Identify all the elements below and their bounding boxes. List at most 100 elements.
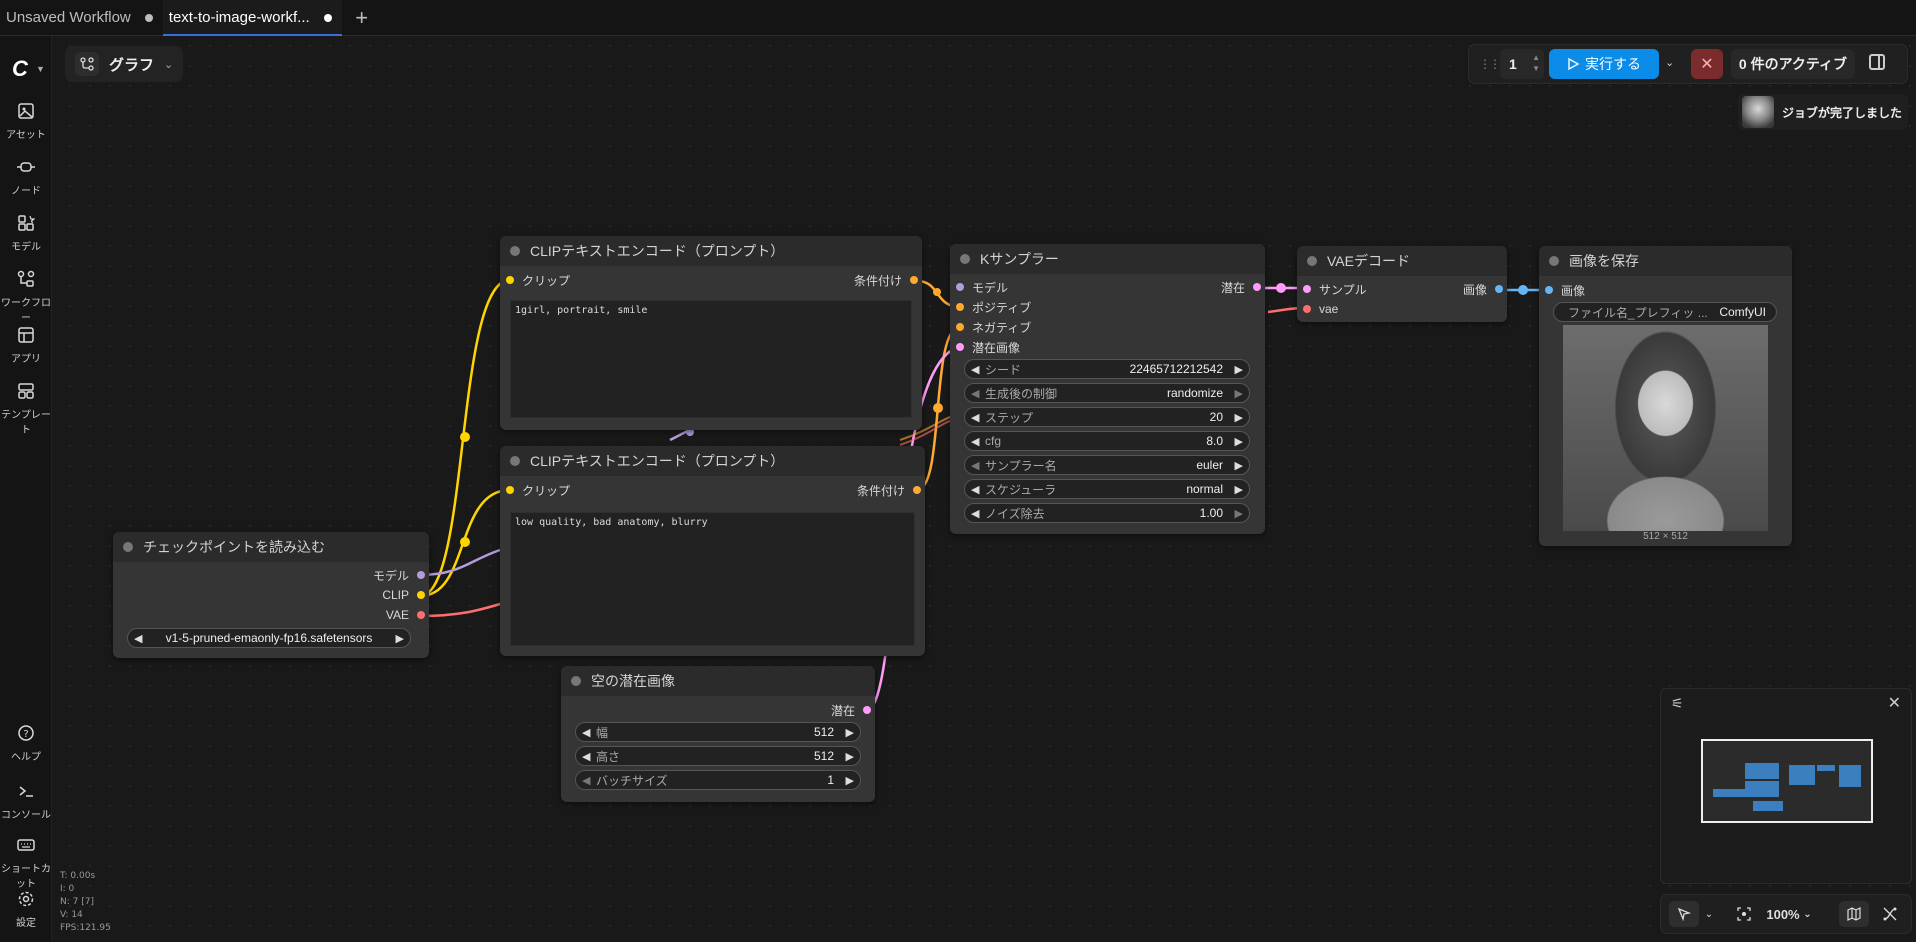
sidebar-item-apps[interactable]: アプリ [0, 326, 52, 365]
chevron-right-icon[interactable]: ▶ [1235, 459, 1243, 472]
stepper-arrows-icon[interactable]: ▲ ▼ [1532, 52, 1540, 74]
node-title-bar[interactable]: VAEデコード [1297, 246, 1507, 276]
seed-widget[interactable]: ◀ シード 22465712212542 ▶ [964, 359, 1250, 379]
denoise-widget[interactable]: ◀ ノイズ除去 1.00 ▶ [964, 503, 1250, 523]
fit-view-button[interactable] [1733, 901, 1755, 927]
sampler-name-widget[interactable]: ◀ サンプラー名 euler ▶ [964, 455, 1250, 475]
output-slot-model[interactable]: モデル [373, 567, 425, 583]
chevron-down-icon[interactable]: ⌄ [1701, 901, 1717, 927]
output-slot-clip[interactable]: CLIP [382, 587, 425, 603]
collapse-dot-icon[interactable] [1307, 256, 1317, 266]
add-tab-button[interactable]: + [342, 0, 382, 35]
sidebar-item-shortcuts[interactable]: ショートカット [0, 836, 52, 890]
select-tool-button[interactable] [1669, 901, 1699, 927]
chevron-left-icon[interactable]: ◀ [582, 726, 590, 739]
sidebar-item-assets[interactable]: アセット [0, 102, 52, 141]
close-icon[interactable]: ✕ [1888, 693, 1901, 713]
run-options-chevron-icon[interactable]: ⌄ [1665, 56, 1674, 69]
chevron-right-icon[interactable]: ▶ [846, 726, 854, 739]
drag-handle-icon[interactable]: ⋮⋮ [1479, 57, 1501, 71]
tab-unsaved-workflow[interactable]: Unsaved Workflow [0, 0, 163, 35]
input-slot-samples[interactable]: サンプル [1303, 281, 1367, 297]
chevron-right-icon[interactable]: ▶ [1235, 387, 1243, 400]
cfg-widget[interactable]: ◀ cfg 8.0 ▶ [964, 431, 1250, 451]
node-title-bar[interactable]: チェックポイントを読み込む [113, 532, 429, 562]
minimap-viewport[interactable] [1701, 739, 1873, 823]
scheduler-widget[interactable]: ◀ スケジューラ normal ▶ [964, 479, 1250, 499]
collapse-dot-icon[interactable] [571, 676, 581, 686]
sidebar-item-console[interactable]: コンソール [0, 782, 52, 821]
control-after-generate-widget[interactable]: ◀ 生成後の制御 randomize ▶ [964, 383, 1250, 403]
node-title-bar[interactable]: Kサンプラー [950, 244, 1265, 274]
sidebar-item-help[interactable]: ? ヘルプ [0, 724, 52, 763]
input-slot-model[interactable]: モデル [956, 279, 1008, 295]
chevron-left-icon[interactable]: ◀ [971, 387, 979, 400]
chevron-right-icon[interactable]: ▶ [1235, 363, 1243, 376]
chevron-left-icon[interactable]: ◀ [971, 435, 979, 448]
chevron-right-icon[interactable]: ▶ [1235, 411, 1243, 424]
zoom-dropdown[interactable]: 100% ⌄ [1761, 901, 1817, 927]
collapse-dot-icon[interactable] [960, 254, 970, 264]
steps-widget[interactable]: ◀ ステップ 20 ▶ [964, 407, 1250, 427]
width-widget[interactable]: ◀ 幅 512 ▶ [575, 722, 861, 742]
node-title-bar[interactable]: 空の潜在画像 [561, 666, 875, 696]
sidebar-item-settings[interactable]: 設定 [0, 890, 52, 929]
job-complete-toast[interactable]: ジョブが完了しました [1738, 94, 1908, 130]
chevron-right-icon[interactable]: ▶ [846, 750, 854, 763]
output-slot-latent[interactable]: 潜在 [831, 702, 871, 718]
chevron-left-icon[interactable]: ◀ [971, 363, 979, 376]
node-title-bar[interactable]: CLIPテキストエンコード（プロンプト） [500, 236, 922, 266]
sidebar-item-nodes[interactable]: ノード [0, 158, 52, 197]
node-title-bar[interactable]: CLIPテキストエンコード（プロンプト） [500, 446, 925, 476]
batch-size-widget[interactable]: ◀ バッチサイズ 1 ▶ [575, 770, 861, 790]
input-slot-negative[interactable]: ネガティブ [956, 319, 1031, 335]
minimap-panel[interactable]: ⚟ ✕ [1660, 688, 1912, 884]
chevron-down-icon[interactable]: ▼ [36, 64, 45, 74]
minimap-toggle-button[interactable] [1839, 901, 1869, 927]
input-slot-images[interactable]: 画像 [1545, 282, 1585, 298]
prompt-text-input[interactable]: low quality, bad anatomy, blurry [510, 512, 915, 646]
node-clip-text-encode-negative[interactable]: CLIPテキストエンコード（プロンプト） クリップ 条件付け low quali… [500, 446, 925, 656]
collapse-dot-icon[interactable] [510, 246, 520, 256]
chevron-right-icon[interactable]: ▶ [396, 632, 404, 645]
prompt-text-input[interactable]: 1girl, portrait, smile [510, 300, 912, 418]
input-slot-clip[interactable]: クリップ [506, 272, 570, 288]
sidebar-item-workflows[interactable]: ワークフロー [0, 270, 52, 324]
chevron-left-icon[interactable]: ◀ [582, 774, 590, 787]
run-button[interactable]: 実行する [1549, 49, 1659, 79]
output-slot-vae[interactable]: VAE [386, 607, 425, 623]
output-image-preview[interactable] [1563, 325, 1768, 531]
output-slot-latent[interactable]: 潜在 [1221, 279, 1261, 295]
height-widget[interactable]: ◀ 高さ 512 ▶ [575, 746, 861, 766]
node-title-bar[interactable]: 画像を保存 [1539, 246, 1792, 276]
output-slot-conditioning[interactable]: 条件付け [854, 272, 918, 288]
node-vae-decode[interactable]: VAEデコード サンプル vae 画像 [1297, 246, 1507, 322]
chevron-right-icon[interactable]: ▶ [846, 774, 854, 787]
cancel-button[interactable]: ✕ [1691, 49, 1723, 79]
active-jobs-button[interactable]: 0 件のアクティブ [1731, 49, 1855, 79]
node-empty-latent-image[interactable]: 空の潜在画像 潜在 ◀ 幅 512 ▶ ◀ 高さ 512 ▶ ◀ バッチサイズ … [561, 666, 875, 802]
chevron-right-icon[interactable]: ▶ [1235, 435, 1243, 448]
comfy-logo-icon[interactable]: C [12, 56, 28, 82]
node-ksampler[interactable]: Kサンプラー モデル ポジティブ ネガティブ 潜在画像 潜在 ◀ シード 224… [950, 244, 1265, 534]
chevron-left-icon[interactable]: ◀ [971, 483, 979, 496]
collapse-dot-icon[interactable] [123, 542, 133, 552]
sidebar-item-templates[interactable]: テンプレート [0, 382, 52, 436]
input-slot-clip[interactable]: クリップ [506, 482, 570, 498]
sliders-icon[interactable]: ⚟ [1671, 695, 1684, 712]
chevron-left-icon[interactable]: ◀ [971, 411, 979, 424]
sidebar-item-models[interactable]: モデル [0, 214, 52, 253]
output-slot-image[interactable]: 画像 [1463, 281, 1503, 297]
input-slot-latent[interactable]: 潜在画像 [956, 339, 1020, 355]
filename-prefix-widget[interactable]: ファイル名_プレフィッ ... ComfyUI [1553, 302, 1777, 322]
hide-links-button[interactable] [1875, 901, 1905, 927]
chevron-right-icon[interactable]: ▶ [1235, 483, 1243, 496]
panel-toggle-icon[interactable] [1869, 54, 1885, 70]
chevron-left-icon[interactable]: ◀ [971, 507, 979, 520]
ckpt-name-select[interactable]: ◀ v1-5-pruned-emaonly-fp16.safetensors ▶ [127, 628, 411, 648]
chevron-right-icon[interactable]: ▶ [1235, 507, 1243, 520]
chevron-left-icon[interactable]: ◀ [971, 459, 979, 472]
chevron-left-icon[interactable]: ◀ [582, 750, 590, 763]
node-clip-text-encode-positive[interactable]: CLIPテキストエンコード（プロンプト） クリップ 条件付け 1girl, po… [500, 236, 922, 430]
graph-menu-button[interactable]: グラフ ⌄ [65, 46, 183, 82]
